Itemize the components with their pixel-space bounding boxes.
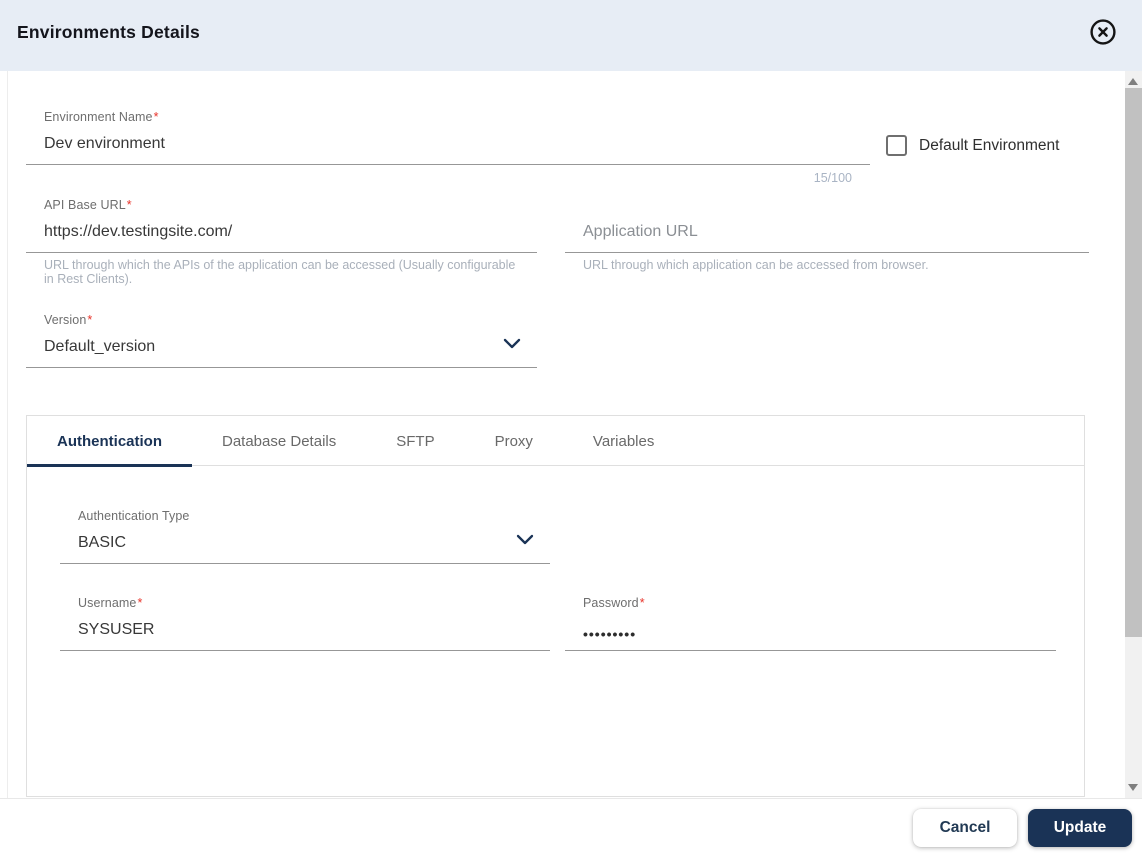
api-base-url-field[interactable]: API Base URL* https://dev.testingsite.co… <box>26 198 537 285</box>
vertical-scrollbar[interactable] <box>1125 71 1142 798</box>
scrollbar-thumb[interactable] <box>1125 88 1142 637</box>
required-asterisk: * <box>137 596 143 610</box>
dialog-title: Environments Details <box>17 22 200 42</box>
required-asterisk: * <box>639 596 645 610</box>
default-environment-checkbox-row[interactable]: Default Environment <box>886 135 1059 156</box>
circle-x-icon <box>1089 19 1117 49</box>
tab-proxy[interactable]: Proxy <box>465 416 563 466</box>
required-asterisk: * <box>153 110 159 124</box>
application-url-label <box>583 198 1071 212</box>
default-environment-label: Default Environment <box>919 136 1060 154</box>
scroll-up-arrow-icon[interactable] <box>1128 78 1138 85</box>
details-tab-panel: Authentication Database Details SFTP Pro… <box>26 415 1085 797</box>
password-field[interactable]: Password* ••••••••• <box>565 596 1056 651</box>
required-asterisk: * <box>126 198 132 212</box>
required-asterisk: * <box>87 313 93 327</box>
authentication-type-select[interactable]: BASIC <box>78 532 532 563</box>
tab-database-details[interactable]: Database Details <box>192 416 366 466</box>
dialog-header: Environments Details <box>0 0 1142 71</box>
username-field[interactable]: Username* SYSUSER <box>60 596 550 651</box>
api-base-url-helper-text: URL through which the APIs of the applic… <box>44 258 516 286</box>
api-base-url-label: API Base URL* <box>44 198 132 212</box>
checkbox-unchecked-icon[interactable] <box>886 135 907 156</box>
password-input[interactable]: ••••••••• <box>583 619 1038 650</box>
scroll-down-arrow-icon[interactable] <box>1128 784 1138 791</box>
tab-variables[interactable]: Variables <box>563 416 684 466</box>
environments-details-dialog: Environments Details Environment Name* D… <box>0 0 1142 857</box>
api-base-url-input[interactable]: https://dev.testingsite.com/ <box>44 221 519 252</box>
password-label: Password* <box>583 596 645 610</box>
application-url-helper-text: URL through which application can be acc… <box>583 258 929 272</box>
dialog-footer: Cancel Update <box>0 798 1142 857</box>
tab-authentication[interactable]: Authentication <box>27 416 192 467</box>
authentication-type-label: Authentication Type <box>78 509 190 523</box>
version-select[interactable]: Default_version <box>44 336 519 367</box>
environment-name-field[interactable]: Environment Name* Dev environment 15/100 <box>26 110 870 185</box>
chevron-down-icon[interactable] <box>503 336 521 349</box>
username-input[interactable]: SYSUSER <box>78 619 532 650</box>
tab-sftp[interactable]: SFTP <box>366 416 464 466</box>
application-url-field[interactable]: Application URL URL through which applic… <box>565 198 1089 272</box>
tab-bar: Authentication Database Details SFTP Pro… <box>27 416 1084 467</box>
environment-name-label: Environment Name* <box>44 110 159 124</box>
update-button[interactable]: Update <box>1028 809 1132 847</box>
authentication-type-field[interactable]: Authentication Type BASIC <box>60 509 550 564</box>
application-url-input[interactable]: Application URL <box>583 221 1071 252</box>
version-label: Version* <box>44 313 93 327</box>
version-field[interactable]: Version* Default_version <box>26 313 537 368</box>
environment-name-input[interactable]: Dev environment <box>44 133 852 164</box>
chevron-down-icon[interactable] <box>516 532 534 545</box>
close-button[interactable] <box>1089 18 1117 46</box>
cancel-button[interactable]: Cancel <box>913 809 1017 847</box>
character-counter: 15/100 <box>813 171 852 185</box>
username-label: Username* <box>78 596 143 610</box>
scroll-area-edge <box>7 71 8 798</box>
